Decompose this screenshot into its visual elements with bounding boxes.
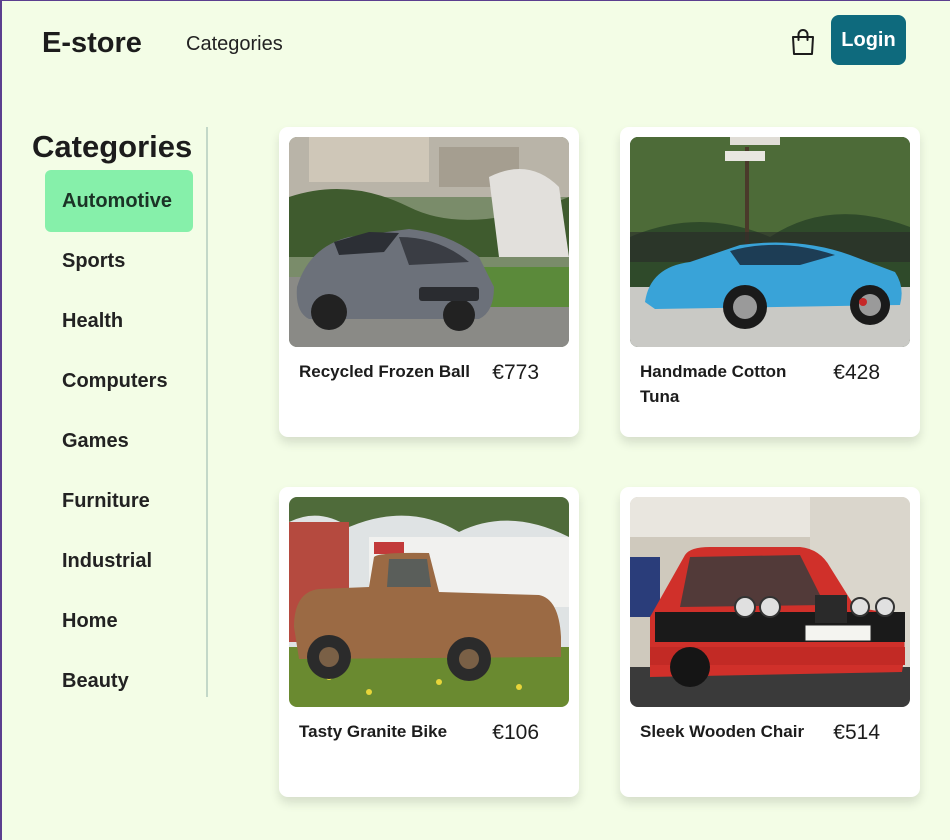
category-item-industrial[interactable]: Industrial [45, 530, 193, 592]
product-name[interactable]: Sleek Wooden Chair [640, 719, 816, 744]
product-image-rusty-pickup-truck[interactable] [289, 497, 569, 707]
product-name[interactable]: Handmade Cotton Tuna [640, 359, 816, 409]
product-price: €428 [833, 361, 880, 384]
product-image-red-classic-sedan[interactable] [630, 497, 910, 707]
category-item-sports[interactable]: Sports [45, 230, 193, 292]
sidebar-divider [206, 127, 208, 697]
category-item-computers[interactable]: Computers [45, 350, 193, 412]
product-name[interactable]: Recycled Frozen Ball [299, 359, 475, 384]
nav-categories-link[interactable]: Categories [186, 33, 283, 56]
shopping-bag-icon[interactable] [790, 28, 816, 56]
brand-logo[interactable]: E-store [42, 27, 142, 60]
product-card[interactable]: Tasty Granite Bike €106 [279, 487, 579, 797]
sidebar-title: Categories [32, 129, 193, 164]
product-card[interactable]: Sleek Wooden Chair €514 [620, 487, 920, 797]
category-item-games[interactable]: Games [45, 410, 193, 472]
product-image-grey-sports-car[interactable] [289, 137, 569, 347]
category-list: Automotive Sports Health Computers Games… [45, 170, 193, 710]
category-item-home[interactable]: Home [45, 590, 193, 652]
category-item-beauty[interactable]: Beauty [45, 650, 193, 712]
product-price: €514 [833, 721, 880, 744]
category-item-automotive[interactable]: Automotive [45, 170, 193, 232]
category-item-health[interactable]: Health [45, 290, 193, 352]
product-price: €773 [492, 361, 539, 384]
product-image-blue-sports-car[interactable] [630, 137, 910, 347]
product-name[interactable]: Tasty Granite Bike [299, 719, 475, 744]
product-price: €106 [492, 721, 539, 744]
product-card[interactable]: Handmade Cotton Tuna €428 [620, 127, 920, 437]
category-item-furniture[interactable]: Furniture [45, 470, 193, 532]
login-button[interactable]: Login [831, 15, 906, 65]
product-card[interactable]: Recycled Frozen Ball €773 [279, 127, 579, 437]
